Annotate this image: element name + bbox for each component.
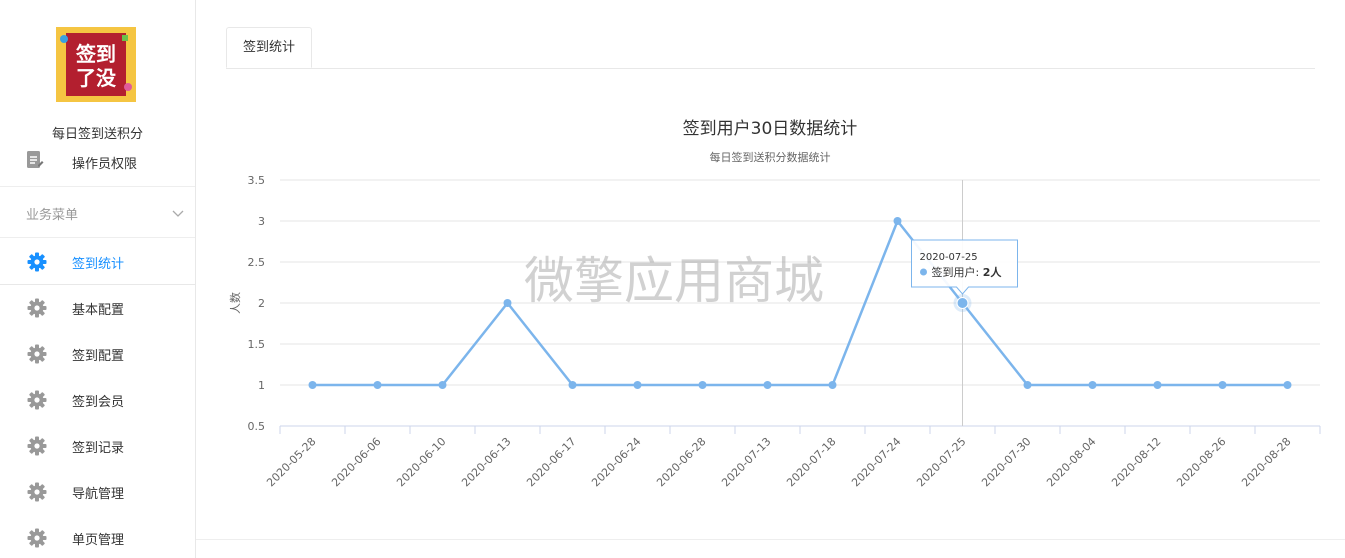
- data-point: [1023, 381, 1032, 389]
- x-tick-label: 2020-07-18: [784, 435, 838, 489]
- y-tick-label: 2.5: [248, 256, 266, 269]
- data-point: [828, 381, 837, 389]
- x-tick-label: 2020-06-06: [329, 435, 383, 489]
- gear-icon: [27, 344, 47, 364]
- tooltip-separator: :: [976, 266, 983, 279]
- x-tick-label: 2020-07-30: [979, 435, 1033, 489]
- logo-text: 签到: [75, 42, 116, 66]
- data-point: [633, 381, 642, 389]
- sidebar-item-label: 基本配置: [72, 303, 125, 318]
- app-name: 每日签到送积分: [51, 127, 143, 142]
- data-point: [1088, 381, 1097, 389]
- data-point: [503, 299, 512, 307]
- tooltip-text: 签到用户: 2人: [932, 265, 1003, 279]
- app-logo: 签到 了没: [56, 27, 136, 102]
- menu-group-business[interactable]: 业务菜单: [0, 187, 195, 238]
- data-point: [763, 381, 772, 389]
- y-tick-label: 3.5: [248, 174, 266, 187]
- y-tick-label: 3: [258, 215, 265, 228]
- x-tick-label: 2020-06-13: [459, 435, 513, 489]
- sidebar-item-label: 签到会员: [72, 395, 125, 410]
- x-tick-label: 2020-06-17: [524, 435, 578, 489]
- data-point: [373, 381, 382, 389]
- sidebar-item-label: 签到配置: [72, 349, 125, 364]
- gear-icon: [27, 390, 47, 410]
- gear-icon: [27, 298, 47, 318]
- data-point: [1153, 381, 1162, 389]
- divider: [196, 539, 1345, 540]
- y-tick-label: 1: [258, 379, 265, 392]
- x-tick-label: 2020-07-13: [719, 435, 773, 489]
- tooltip-series: 签到用户: [932, 265, 976, 279]
- tooltip-title: 2020-07-25: [920, 252, 978, 263]
- sidebar-item-label: 签到记录: [72, 441, 125, 456]
- x-tick-label: 2020-08-04: [1044, 435, 1098, 489]
- sidebar: 签到 了没 每日签到送积分 操作员权限 业务菜单 签到统计基本配置签到配置签到会…: [0, 0, 196, 558]
- data-point: [568, 381, 577, 389]
- edit-document-icon: [26, 150, 44, 174]
- sidebar-item[interactable]: 导航管理: [0, 468, 195, 514]
- chart-title: 签到用户30日数据统计: [683, 119, 858, 139]
- sidebar-item[interactable]: 签到会员: [0, 376, 195, 422]
- tooltip-value: 2人: [983, 265, 1003, 279]
- y-tick-label: 2: [258, 297, 265, 310]
- sidebar-item[interactable]: 单页管理: [0, 514, 195, 558]
- main-content: 签到统计 签到用户30日数据统计 每日签到送积分数据统计 0.5 1 1.5 2 2.5 3 3…: [196, 0, 1345, 558]
- sidebar-item-label: 签到统计: [72, 257, 125, 272]
- gear-icon: [27, 482, 47, 502]
- x-tick-label: 2020-08-28: [1239, 435, 1293, 489]
- x-tick-label: 2020-07-25: [914, 435, 968, 489]
- chevron-down-icon: [172, 203, 184, 222]
- sidebar-item-operator-permissions[interactable]: 操作员权限: [0, 148, 195, 187]
- sidebar-item-label: 导航管理: [72, 487, 125, 502]
- data-point: [1218, 381, 1227, 389]
- line-chart: 签到用户30日数据统计每日签到送积分数据统计 0.5 1 1.5 2 2.5 3 3.5 人数 2…: [229, 119, 1321, 489]
- x-tick-label: 2020-05-28: [264, 435, 318, 489]
- data-point: [956, 297, 969, 309]
- chart-subtitle: 每日签到送积分数据统计: [710, 150, 831, 164]
- menu-group-title: 业务菜单: [26, 208, 79, 223]
- data-point: [698, 381, 707, 389]
- x-tick-label: 2020-07-24: [849, 435, 903, 489]
- x-tick-label: 2020-06-24: [589, 435, 643, 489]
- sidebar-item[interactable]: 基本配置: [0, 284, 195, 330]
- sidebar-item[interactable]: 签到统计: [0, 238, 195, 285]
- x-tick-label: 2020-06-28: [654, 435, 708, 489]
- sidebar-item[interactable]: 签到配置: [0, 330, 195, 376]
- watermark: 微擎应用商城: [524, 252, 824, 310]
- sidebar-item-label: 操作员权限: [72, 156, 138, 172]
- x-tick-label: 2020-06-10: [394, 435, 448, 489]
- y-tick-label: 1.5: [248, 338, 266, 351]
- x-tick-label: 2020-08-26: [1174, 435, 1228, 489]
- tooltip-marker: [920, 268, 927, 276]
- y-tick-label: 0.5: [248, 420, 266, 433]
- data-point: [1283, 381, 1292, 389]
- data-point: [308, 381, 317, 389]
- logo-text: 了没: [76, 66, 117, 90]
- gear-icon: [27, 436, 47, 456]
- data-point: [438, 381, 447, 389]
- y-axis-label: 人数: [229, 292, 242, 314]
- x-tick-label: 2020-08-12: [1109, 435, 1163, 489]
- sidebar-item[interactable]: 签到记录: [0, 422, 195, 468]
- gear-icon: [27, 252, 47, 272]
- data-point: [893, 217, 902, 225]
- gear-icon: [27, 528, 47, 548]
- sidebar-item-label: 单页管理: [72, 533, 125, 548]
